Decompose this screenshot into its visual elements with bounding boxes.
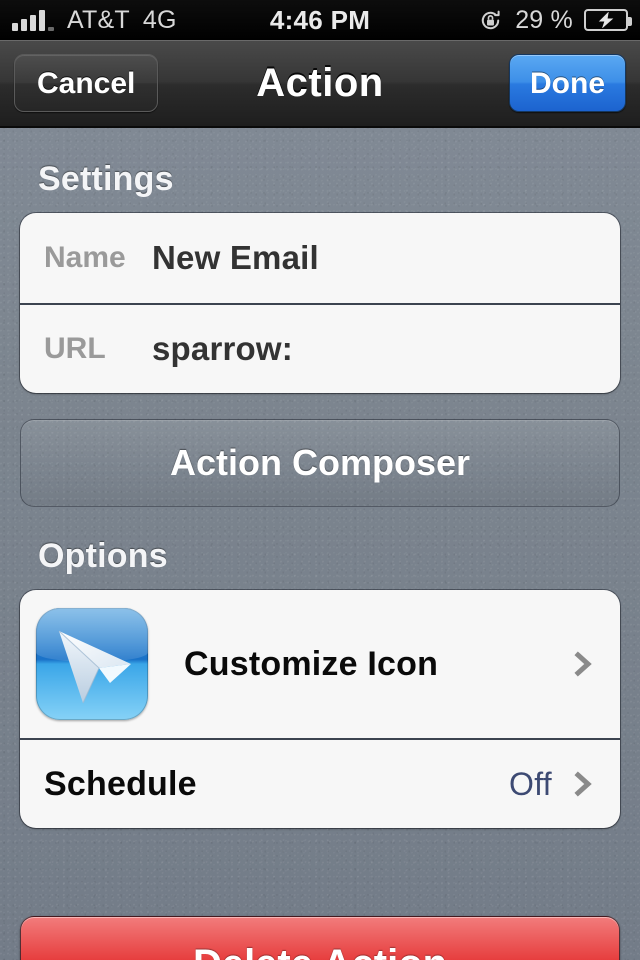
done-button[interactable]: Done (509, 54, 626, 112)
battery-charging-icon (584, 9, 632, 31)
chevron-right-icon (570, 651, 596, 677)
name-field[interactable]: New Email (152, 239, 319, 277)
customize-icon-row[interactable]: Customize Icon (20, 590, 620, 738)
signal-strength-icon (12, 9, 54, 31)
url-row[interactable]: URL sparrow: (20, 303, 620, 393)
name-row[interactable]: Name New Email (20, 213, 620, 303)
status-bar-right: 29 % (477, 5, 632, 35)
customize-icon-label: Customize Icon (184, 644, 439, 683)
status-bar-left: AT&T 4G (12, 6, 477, 35)
rotation-lock-icon (477, 7, 504, 34)
action-composer-button[interactable]: Action Composer (20, 419, 620, 507)
delete-action-button[interactable]: Delete Action (20, 916, 620, 960)
content-area: Settings Name New Email URL sparrow: Act… (0, 130, 640, 960)
network-type-label: 4G (142, 5, 177, 34)
options-card: Customize Icon Schedule Off (20, 590, 620, 828)
carrier-label: AT&T (67, 5, 130, 34)
battery-percent-label: 29 % (515, 5, 573, 34)
url-row-label: URL (44, 332, 106, 365)
sparrow-app-icon (36, 608, 148, 720)
settings-section-header: Settings (38, 160, 174, 198)
settings-card: Name New Email URL sparrow: (20, 213, 620, 393)
schedule-row[interactable]: Schedule Off (20, 738, 620, 828)
url-field[interactable]: sparrow: (152, 330, 293, 368)
options-section-header: Options (38, 537, 168, 575)
screen: AT&T 4G 4:46 PM 29 % Cancel Action Done … (0, 0, 640, 960)
navigation-bar: Cancel Action Done (0, 40, 640, 128)
chevron-right-icon (570, 771, 596, 797)
name-row-label: Name (44, 241, 126, 274)
status-bar: AT&T 4G 4:46 PM 29 % (0, 0, 640, 40)
schedule-label: Schedule (44, 764, 197, 803)
schedule-value: Off (509, 765, 552, 802)
cancel-button[interactable]: Cancel (14, 54, 159, 112)
